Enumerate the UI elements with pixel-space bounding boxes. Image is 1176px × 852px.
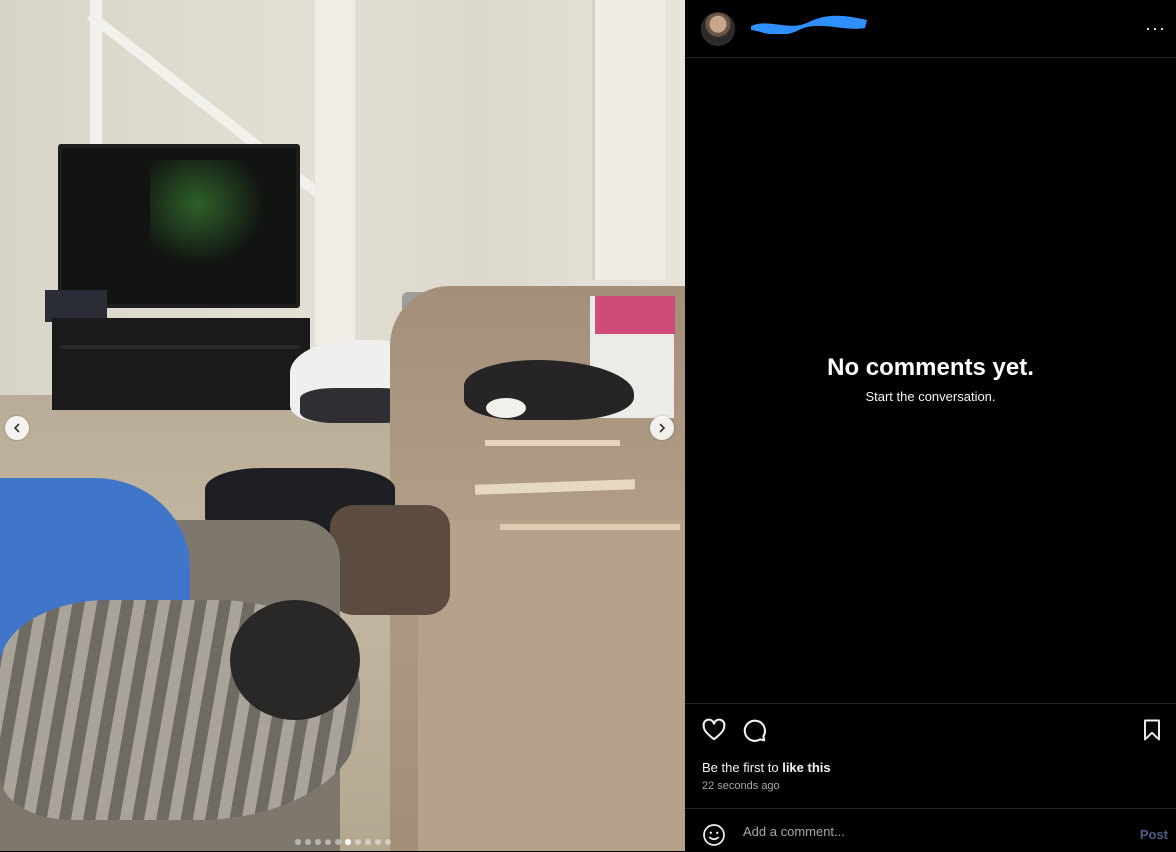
chevron-left-icon — [13, 423, 20, 433]
likes-prefix: Be the first to — [702, 760, 783, 775]
comment-composer: Post — [685, 808, 1176, 852]
save-button[interactable] — [1140, 717, 1164, 748]
carousel-next-button[interactable] — [650, 416, 674, 440]
comments-area: No comments yet. Start the conversation. — [685, 58, 1176, 704]
carousel-dot — [354, 839, 361, 845]
emoji-button[interactable] — [702, 823, 726, 852]
like-button[interactable] — [701, 717, 727, 748]
carousel-dot — [314, 839, 321, 845]
empty-title: No comments yet. — [827, 354, 1034, 381]
like-this-link[interactable]: like this — [782, 760, 830, 775]
carousel-dot — [374, 839, 381, 845]
carousel-dot — [384, 839, 391, 845]
post-comment-button[interactable]: Post — [1140, 827, 1168, 842]
redaction-scribble — [751, 15, 867, 34]
carousel-dot — [304, 839, 311, 845]
post-header: ··· — [685, 0, 1176, 58]
post-timestamp[interactable]: 22 seconds ago — [702, 780, 780, 792]
comment-bubble-icon — [743, 719, 766, 742]
carousel-dot — [324, 839, 331, 845]
empty-subtitle: Start the conversation. — [865, 389, 996, 404]
action-bar — [685, 705, 1176, 755]
likes-summary: Be the first to like this — [702, 760, 831, 775]
bookmark-icon — [1144, 719, 1160, 741]
more-options-button[interactable]: ··· — [1145, 18, 1166, 39]
post-side-panel: ··· No comments yet. Start the conversat… — [685, 0, 1176, 851]
carousel-indicator — [0, 839, 685, 845]
comments-empty-state: No comments yet. Start the conversation. — [685, 354, 1176, 404]
chevron-right-icon — [659, 423, 666, 433]
carousel-dot — [364, 839, 371, 845]
carousel-dot — [294, 839, 301, 845]
avatar[interactable] — [701, 11, 735, 46]
carousel-dot — [334, 839, 341, 845]
post-photo — [0, 0, 685, 851]
username-link[interactable] — [749, 10, 869, 34]
comment-button[interactable] — [741, 717, 767, 748]
comment-input[interactable] — [741, 819, 1115, 843]
post-media[interactable] — [0, 0, 685, 851]
carousel-dot — [344, 839, 351, 845]
emoji-icon — [703, 824, 725, 846]
heart-icon — [702, 718, 726, 741]
carousel-prev-button[interactable] — [5, 416, 29, 440]
